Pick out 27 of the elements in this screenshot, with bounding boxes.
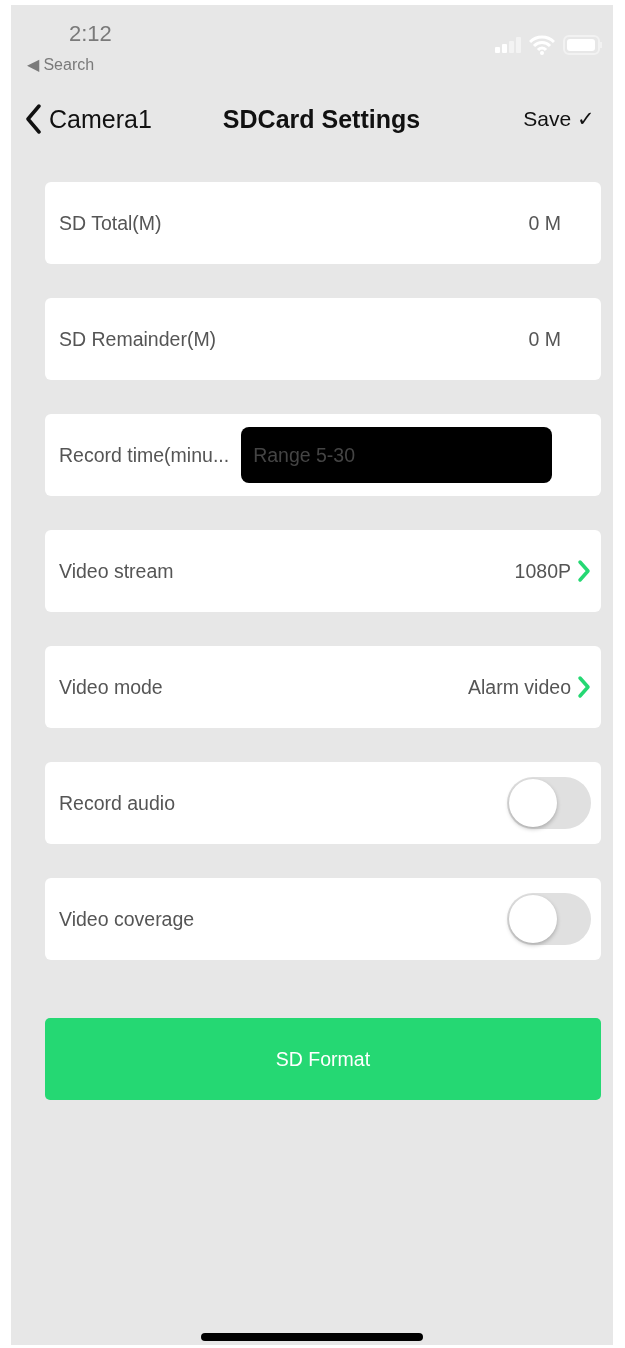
settings-row[interactable]: Video stream 1080P	[45, 530, 601, 612]
status-time: 2:12	[69, 21, 112, 47]
setting-value: 0 M	[528, 211, 561, 235]
toggle-switch[interactable]	[507, 777, 591, 829]
save-button[interactable]: Save ✓	[517, 106, 601, 132]
setting-label: SD Remainder(M)	[59, 327, 217, 351]
input-field[interactable]: Range 5-30	[241, 427, 553, 483]
setting-label: Video coverage	[59, 907, 195, 931]
back-button[interactable]: Camera1	[25, 104, 152, 134]
wifi-icon	[529, 35, 555, 55]
signal-icon	[495, 37, 521, 53]
setting-value: 0 M	[528, 327, 561, 351]
back-to-search-link[interactable]: ◀ Search	[27, 55, 95, 74]
chevron-right-icon	[577, 559, 591, 583]
chevron-left-icon	[25, 104, 41, 134]
setting-value: Alarm video	[468, 675, 571, 699]
setting-value: 1080P	[514, 559, 571, 583]
setting-label: Record audio	[59, 791, 175, 815]
setting-label: SD Total(M)	[59, 211, 162, 235]
setting-label: Video mode	[59, 675, 163, 699]
settings-row[interactable]: Video mode Alarm video	[45, 646, 601, 728]
setting-label: Video stream	[59, 559, 174, 583]
chevron-right-icon	[577, 675, 591, 699]
battery-icon	[563, 35, 603, 55]
setting-label: Record time(minu...	[59, 443, 230, 467]
page-title: SDCard Settings	[222, 104, 421, 133]
toggle-switch[interactable]	[507, 893, 591, 945]
